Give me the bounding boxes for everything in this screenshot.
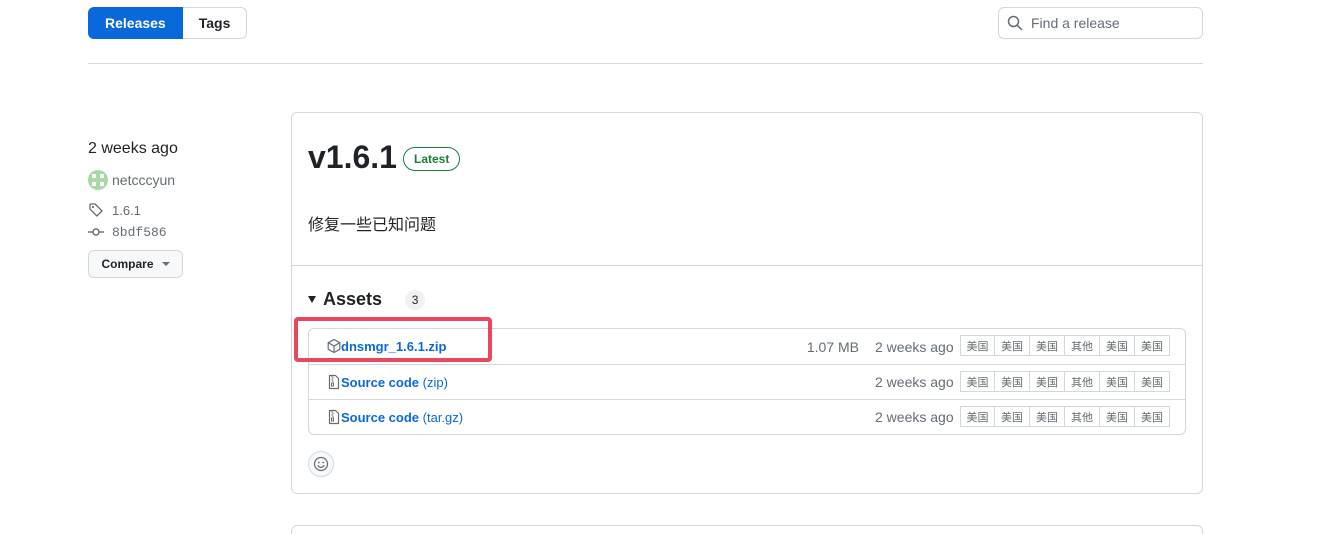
compare-button[interactable]: Compare <box>88 250 183 278</box>
commit-hash[interactable]: 8bdf586 <box>112 225 167 240</box>
tab-tags[interactable]: Tags <box>182 7 248 39</box>
release-tabnav: Releases Tags <box>88 7 248 39</box>
next-release-card <box>291 525 1203 534</box>
release-notes: 修复一些已知问题 <box>308 217 437 234</box>
tag-label[interactable]: 1.6.1 <box>112 203 141 218</box>
assets-toggle[interactable]: Assets 3 <box>308 289 426 310</box>
mirror-buttons: 美国 美国 美国 其他 美国 美国 <box>960 406 1170 427</box>
mirror-button[interactable]: 美国 <box>1135 371 1170 392</box>
mirror-button[interactable]: 美国 <box>995 335 1030 356</box>
search-input[interactable] <box>1031 15 1191 31</box>
mirror-buttons: 美国 美国 美国 其他 美国 美国 <box>960 371 1170 392</box>
mirror-button[interactable]: 美国 <box>960 335 995 356</box>
release-search[interactable] <box>998 7 1203 39</box>
mirror-button[interactable]: 其他 <box>1065 335 1100 356</box>
mirror-button[interactable]: 美国 <box>1030 406 1065 427</box>
release-card: v1.6.1 Latest 修复一些已知问题 Assets 3 dnsmgr_1… <box>291 112 1203 494</box>
release-tag[interactable]: 1.6.1 <box>88 202 268 218</box>
mirror-button[interactable]: 美国 <box>1030 371 1065 392</box>
assets-count-badge: 3 <box>405 289 426 310</box>
asset-time: 2 weeks ago <box>875 409 954 425</box>
mirror-button[interactable]: 美国 <box>960 371 995 392</box>
mirror-button[interactable]: 美国 <box>995 406 1030 427</box>
commit-icon <box>88 228 104 236</box>
mirror-buttons: 美国 美国 美国 其他 美国 美国 <box>960 335 1170 356</box>
release-time: 2 weeks ago <box>88 140 178 157</box>
asset-link[interactable]: Source code (tar.gz) <box>341 410 463 425</box>
mirror-button[interactable]: 美国 <box>1135 406 1170 427</box>
tab-releases[interactable]: Releases <box>88 7 183 39</box>
add-reaction-button[interactable] <box>308 451 334 477</box>
file-zip-icon <box>328 374 340 390</box>
asset-row: dnsmgr_1.6.1.zip 1.07 MB 2 weeks ago 美国 … <box>309 329 1185 364</box>
mirror-button[interactable]: 美国 <box>1100 335 1135 356</box>
release-title[interactable]: v1.6.1 <box>308 139 397 176</box>
mirror-button[interactable]: 其他 <box>1065 371 1100 392</box>
assets-list: dnsmgr_1.6.1.zip 1.07 MB 2 weeks ago 美国 … <box>308 328 1186 435</box>
smiley-icon <box>313 456 329 472</box>
mirror-button[interactable]: 美国 <box>1135 335 1170 356</box>
card-divider <box>292 265 1202 266</box>
asset-size: 1.07 MB <box>806 338 859 355</box>
release-commit[interactable]: 8bdf586 <box>88 224 268 240</box>
compare-label: Compare <box>101 257 154 271</box>
header-divider <box>88 63 1203 64</box>
file-zip-icon <box>328 409 340 425</box>
asset-time: 2 weeks ago <box>875 338 954 355</box>
asset-link[interactable]: Source code (zip) <box>341 375 448 390</box>
assets-heading: Assets <box>323 289 383 309</box>
mirror-button[interactable]: 美国 <box>1030 335 1065 356</box>
release-author[interactable]: netcccyun <box>88 170 268 190</box>
mirror-button[interactable]: 美国 <box>1100 371 1135 392</box>
author-name[interactable]: netcccyun <box>112 172 175 188</box>
avatar <box>88 170 108 190</box>
tag-icon <box>89 203 103 217</box>
mirror-button[interactable]: 美国 <box>995 371 1030 392</box>
package-icon <box>327 338 341 354</box>
asset-row: Source code (zip) 2 weeks ago 美国 美国 美国 其… <box>309 364 1185 399</box>
mirror-button[interactable]: 其他 <box>1065 406 1100 427</box>
triangle-down-icon <box>308 296 316 303</box>
mirror-button[interactable]: 美国 <box>1100 406 1135 427</box>
release-sidebar: 2 weeks ago netcccyun 1.6.1 8bdf586 Comp… <box>88 138 268 278</box>
asset-link[interactable]: dnsmgr_1.6.1.zip <box>341 339 446 354</box>
chevron-down-icon <box>161 262 170 266</box>
mirror-button[interactable]: 美国 <box>960 406 995 427</box>
asset-time: 2 weeks ago <box>875 374 954 390</box>
asset-row: Source code (tar.gz) 2 weeks ago 美国 美国 美… <box>309 399 1185 434</box>
latest-badge: Latest <box>403 147 461 171</box>
search-icon <box>1007 15 1023 31</box>
